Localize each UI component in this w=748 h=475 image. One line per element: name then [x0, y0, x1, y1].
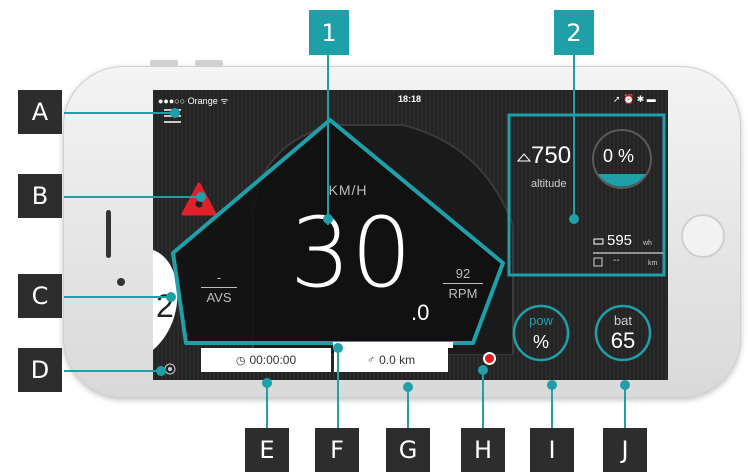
- avs-label: AVS: [206, 290, 232, 305]
- avs-display: - AVS: [201, 270, 237, 305]
- record-button[interactable]: [483, 352, 496, 365]
- marker-1: 1: [309, 10, 349, 55]
- marker-d: D: [18, 348, 62, 392]
- bat-label: bat: [613, 313, 633, 328]
- connector-a: [64, 112, 178, 114]
- pow-label: pow: [529, 313, 553, 328]
- marker-h: H: [461, 428, 505, 472]
- range-km-unit: km: [648, 260, 658, 267]
- connector-h: [482, 368, 484, 430]
- pow-value: %: [532, 332, 549, 352]
- battery-icon: [593, 238, 604, 245]
- rpm-divider: [443, 283, 483, 284]
- volume-button: [150, 60, 178, 66]
- marker-i: I: [530, 428, 574, 472]
- range-icon: [593, 257, 603, 267]
- battery-percent-value: 0 %: [603, 146, 635, 166]
- clock-icon: ◷: [235, 354, 246, 367]
- marker-g: G: [386, 428, 430, 472]
- connector-dot-1: [323, 214, 333, 224]
- trip-time: 00:00:00: [249, 353, 297, 367]
- range-km-value: --: [613, 255, 620, 266]
- avs-value: -: [216, 270, 222, 285]
- front-camera: [117, 278, 125, 286]
- trip-distance[interactable]: ♂ 0.0 km: [334, 348, 448, 372]
- connector-dot-d: [156, 366, 166, 376]
- connector-dot-i: [547, 380, 557, 390]
- rpm-display: 92 RPM: [443, 266, 483, 301]
- connector-e: [266, 385, 268, 430]
- trip-distance-value: 0.0 km: [379, 353, 416, 367]
- speed-value: 30: [289, 197, 413, 309]
- connector-b: [64, 196, 204, 198]
- connector-d: [64, 370, 164, 372]
- marker-2: 2: [554, 10, 594, 55]
- connector-dot-j: [620, 380, 630, 390]
- connector-dot-a: [170, 108, 180, 118]
- connector-i: [551, 385, 553, 430]
- mute-button: [195, 60, 223, 66]
- marker-a: A: [18, 90, 62, 134]
- bat-value: 65: [610, 328, 636, 353]
- speed-decimal: .0: [411, 300, 430, 325]
- home-button[interactable]: [681, 214, 725, 258]
- marker-b: B: [18, 174, 62, 218]
- connector-dot-h: [478, 365, 488, 375]
- altitude-value: 750: [531, 142, 572, 169]
- marker-j: J: [603, 428, 647, 472]
- mountain-icon: [517, 153, 531, 162]
- connector-dot-c: [166, 292, 176, 302]
- trip-timer[interactable]: ◷ 00:00:00: [201, 348, 331, 372]
- connector-c: [64, 296, 174, 298]
- trip-bar-white-bar: [333, 342, 453, 348]
- marker-c: C: [18, 274, 62, 318]
- trip-bar: ◷ 00:00:00 ♂ 0.0 km: [201, 348, 451, 374]
- rpm-label: RPM: [448, 286, 478, 301]
- connector-dot-b: [196, 192, 206, 202]
- bike-icon: ♂: [366, 354, 376, 366]
- connector-f: [337, 350, 339, 430]
- connector-dot-2: [569, 214, 579, 224]
- connector-g: [407, 388, 409, 430]
- connector-j: [624, 385, 626, 430]
- connector-2: [573, 55, 575, 220]
- status-icons: ➚ ⏰ ✱ ▬: [613, 94, 656, 104]
- energy-divider: [593, 252, 663, 254]
- marker-f: F: [315, 428, 359, 472]
- altitude-label: altitude: [531, 178, 567, 190]
- marker-e: E: [245, 428, 289, 472]
- speaker: [106, 210, 111, 258]
- connector-dot-f: [333, 343, 343, 353]
- energy-wh-value: 595: [607, 232, 633, 249]
- app-screen: ●●●○○ Orange ᯤ 18:18 ➚ ⏰ ✱ ▬ 2 KM/H 30 .…: [153, 90, 668, 380]
- rpm-value: 92: [455, 266, 471, 281]
- energy-wh-unit: wh: [643, 240, 652, 247]
- status-time: 18:18: [398, 94, 422, 104]
- connector-dot-g: [403, 382, 413, 392]
- avs-divider: [201, 287, 237, 288]
- connector-dot-e: [262, 378, 272, 388]
- connector-1: [327, 55, 329, 225]
